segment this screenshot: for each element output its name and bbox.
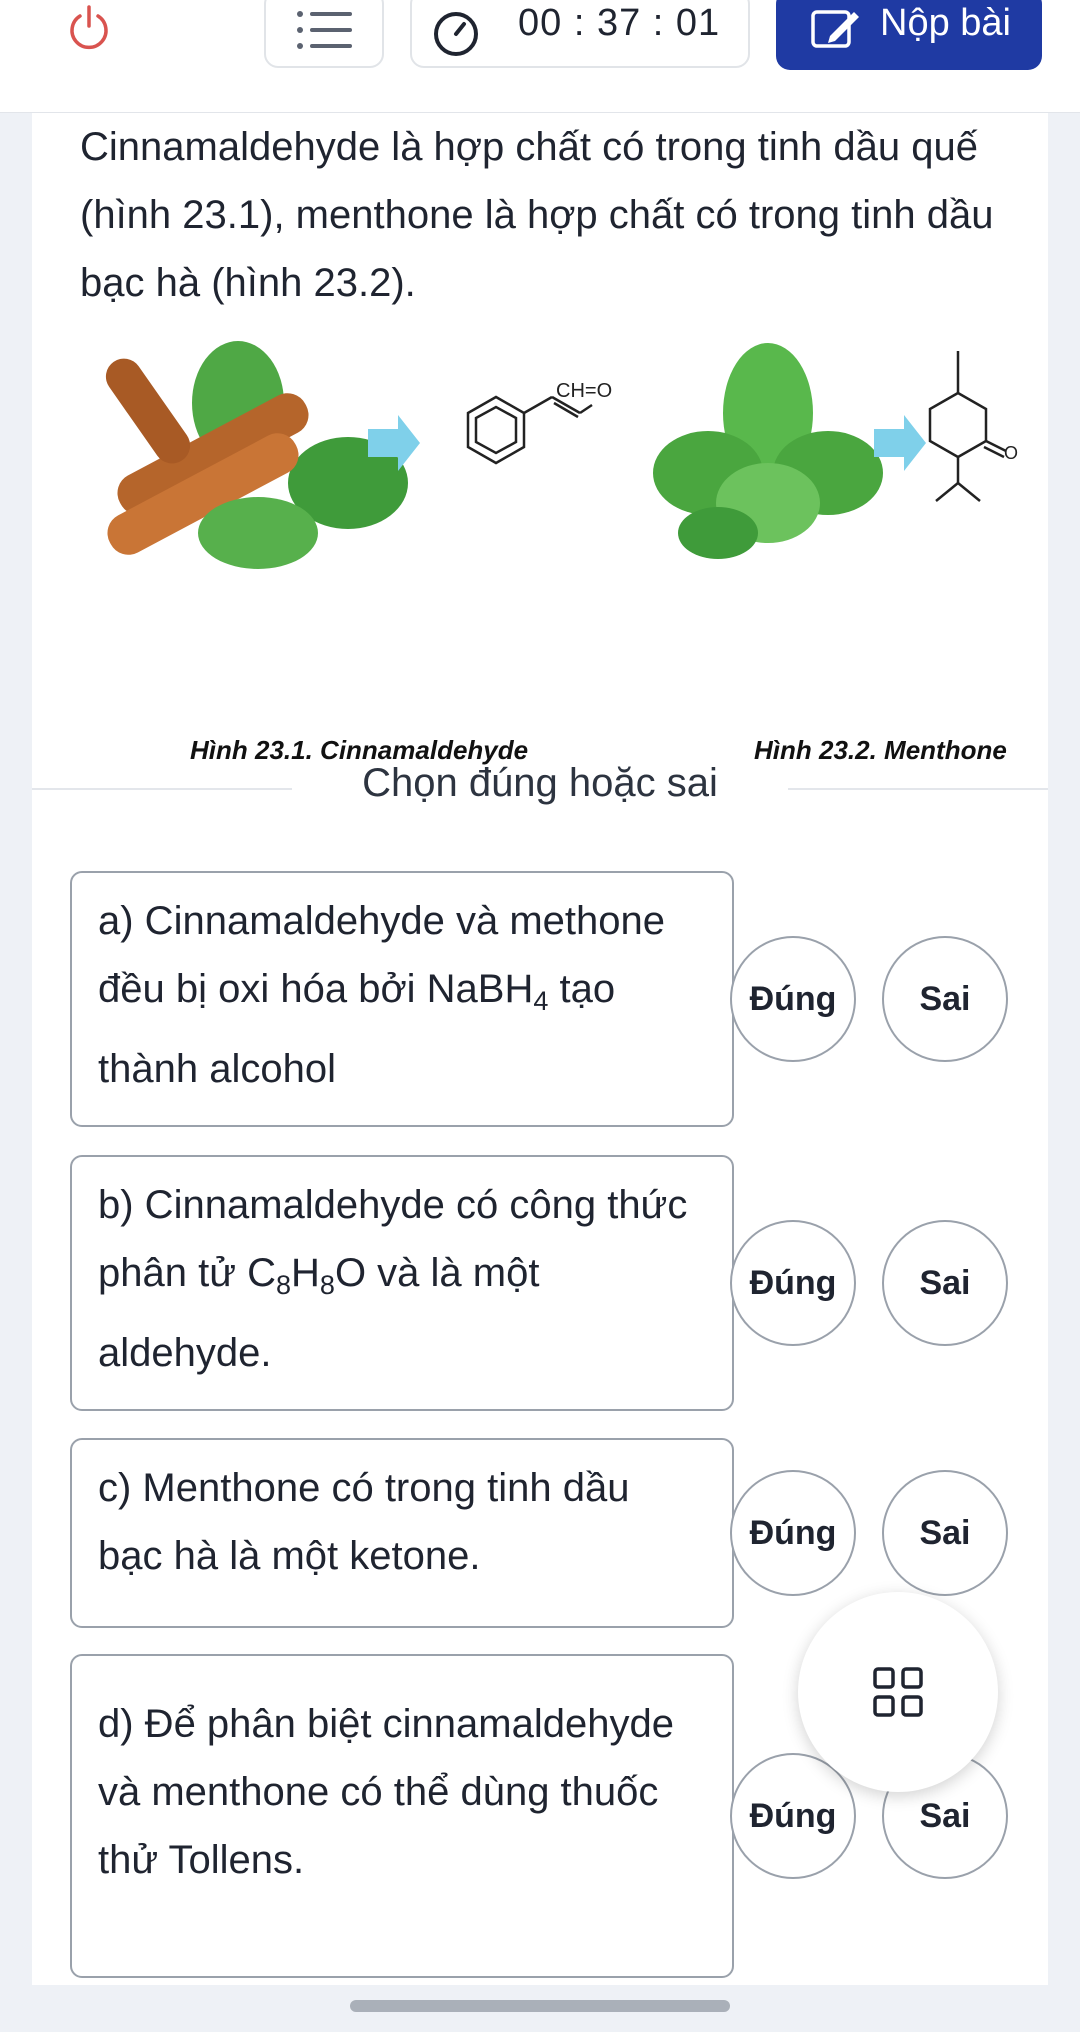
section-title: Chọn đúng hoặc sai — [362, 761, 718, 805]
question-grid-button[interactable] — [798, 1592, 998, 1792]
home-indicator[interactable] — [350, 2000, 730, 2012]
statement-b-text: b) Cinnamaldehyde có công thức phân tử C… — [98, 1183, 688, 1375]
menu-icon — [297, 11, 352, 49]
section-divider: Chọn đúng hoặc sai — [32, 753, 1048, 823]
true-button-c[interactable]: Đúng — [730, 1470, 856, 1596]
cinnamon-image — [105, 341, 408, 569]
statement-c: c) Menthone có trong tinh dầu bạc hà là … — [70, 1438, 734, 1628]
question-figure: CH=O O Hình 23.1. Cinnamaldehyde Hình 23… — [68, 323, 1020, 803]
arrow-icon — [874, 415, 926, 471]
statement-a: a) Cinnamaldehyde và methone đều bị oxi … — [70, 871, 734, 1127]
edit-icon — [811, 10, 859, 48]
clock-icon — [434, 12, 478, 56]
countdown-timer: 00 : 37 : 01 — [410, 0, 750, 68]
menu-button[interactable] — [264, 0, 384, 68]
false-button-c[interactable]: Sai — [882, 1470, 1008, 1596]
power-icon[interactable] — [66, 4, 112, 50]
question-text: Cinnamaldehyde là hợp chất có trong tinh… — [80, 125, 994, 305]
cinnamon-illustration: CH=O O — [105, 341, 1018, 569]
statement-a-text: a) Cinnamaldehyde và methone đều bị oxi … — [98, 899, 666, 1091]
grid-icon — [873, 1667, 923, 1717]
submit-label: Nộp bài — [880, 2, 1011, 44]
submit-button[interactable]: Nộp bài — [776, 0, 1042, 70]
timer-text: 00 : 37 : 01 — [518, 2, 721, 44]
statement-b: b) Cinnamaldehyde có công thức phân tử C… — [70, 1155, 734, 1411]
oxygen-label: O — [1004, 443, 1018, 463]
menthone-structure — [928, 351, 1007, 502]
statement-d: d) Để phân biệt cinnamaldehyde và mentho… — [70, 1654, 734, 1978]
formula-label: CH=O — [556, 380, 612, 402]
top-bar: 00 : 37 : 01 Nộp bài — [0, 0, 1080, 113]
statement-d-text: d) Để phân biệt cinnamaldehyde và mentho… — [98, 1702, 674, 1882]
mint-image — [653, 343, 883, 559]
true-button-b[interactable]: Đúng — [730, 1220, 856, 1346]
true-button-a[interactable]: Đúng — [730, 936, 856, 1062]
false-button-a[interactable]: Sai — [882, 936, 1008, 1062]
statement-c-text: c) Menthone có trong tinh dầu bạc hà là … — [98, 1466, 630, 1578]
false-button-b[interactable]: Sai — [882, 1220, 1008, 1346]
cinnamaldehyde-structure — [466, 395, 593, 465]
